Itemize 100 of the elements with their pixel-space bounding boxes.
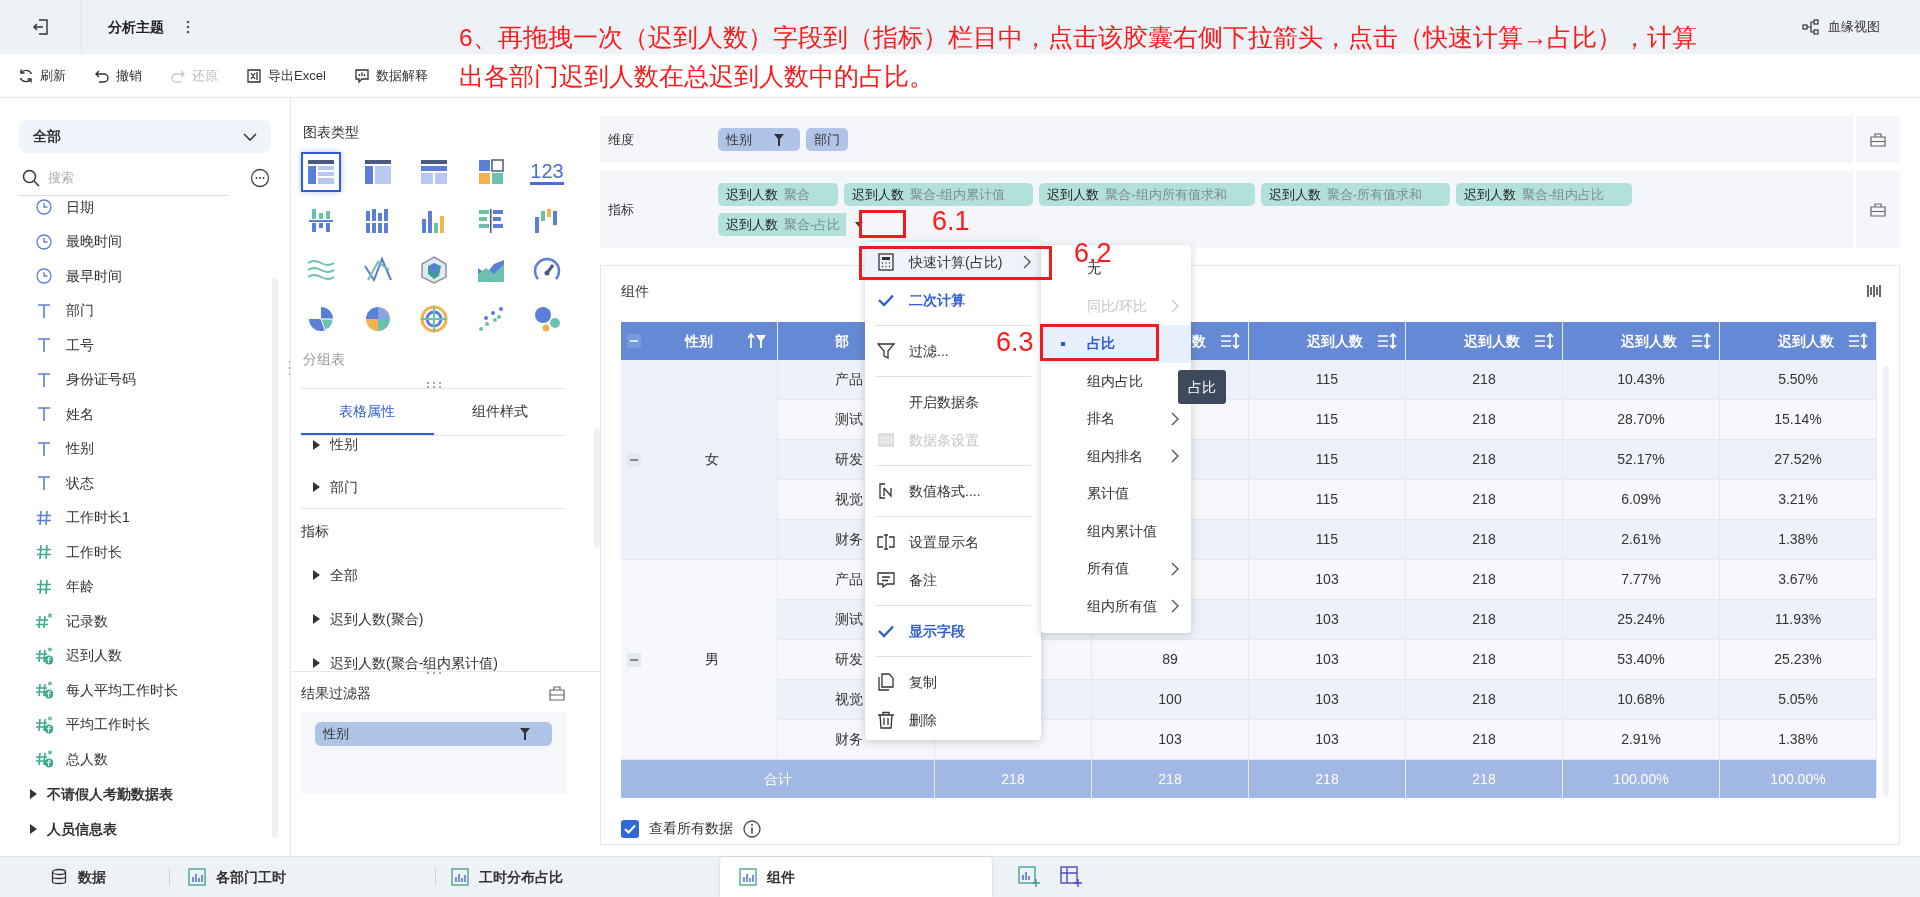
table-item[interactable]: 人员信息表: [47, 818, 117, 840]
check-icon: [878, 293, 894, 307]
search-field[interactable]: 搜索: [48, 162, 218, 193]
menu-item[interactable]: 组内占比: [1087, 370, 1179, 392]
property-tab[interactable]: 表格属性: [301, 389, 434, 435]
lineage-link[interactable]: 血缘视图: [1828, 17, 1880, 37]
chart-type-option[interactable]: 123: [527, 152, 567, 192]
indicator-chip[interactable]: 迟到人数 聚合-所有值求和: [1260, 183, 1451, 206]
sort-icon[interactable]: [1377, 333, 1397, 349]
section-title: 图表类型: [303, 123, 360, 142]
checkbox-label[interactable]: 查看所有数据: [649, 818, 733, 839]
calculator-icon: [877, 253, 895, 271]
add-chart-icon[interactable]: [1018, 866, 1040, 888]
filter-chip[interactable]: 性别: [315, 722, 552, 746]
menu-item[interactable]: 二次计算: [909, 289, 965, 311]
sheet-tab[interactable]: 各部门工时: [172, 857, 438, 897]
checkbox[interactable]: [621, 819, 639, 838]
expand-arrow-icon[interactable]: [30, 789, 37, 799]
indicator-chip[interactable]: 迟到人数 聚合-组内所有值求和: [1039, 183, 1255, 206]
property-item[interactable]: 性别: [330, 436, 358, 455]
sort-icon[interactable]: [1848, 333, 1868, 349]
property-tab[interactable]: 组件样式: [433, 389, 566, 435]
menu-item[interactable]: 组内累计值: [1087, 520, 1179, 542]
menu-item[interactable]: 累计值: [1087, 483, 1179, 505]
briefcase-icon[interactable]: [1870, 202, 1886, 217]
field-item[interactable]: 平均工作时长: [66, 714, 150, 736]
hash-formula-icon: [35, 750, 53, 769]
field-item[interactable]: 身份证号码: [66, 369, 136, 391]
more-options-icon[interactable]: [250, 168, 270, 188]
add-table-icon[interactable]: [1060, 866, 1082, 888]
barcode-style-icon[interactable]: [1867, 283, 1883, 299]
toolbar-button[interactable]: 刷新: [18, 65, 66, 86]
menu-item[interactable]: 所有值: [1087, 558, 1179, 580]
briefcase-icon[interactable]: [548, 685, 566, 701]
sheet-tab[interactable]: 组件: [720, 857, 992, 897]
toolbar-button[interactable]: 数据解释: [353, 65, 428, 86]
toolbar-button[interactable]: 导出Excel: [246, 65, 326, 86]
sort-icon[interactable]: [1534, 333, 1554, 349]
chevron-right-icon: [1023, 255, 1031, 269]
field-item[interactable]: 工作时长1: [66, 507, 130, 529]
field-item[interactable]: 年龄: [66, 576, 94, 598]
field-item[interactable]: 部门: [66, 300, 94, 322]
hash-icon: [35, 543, 53, 562]
field-item[interactable]: 状态: [66, 472, 94, 494]
collapse-icon[interactable]: [627, 652, 641, 667]
spreadsheet-icon: [246, 67, 262, 84]
sort-icon[interactable]: [1220, 333, 1240, 349]
expand-arrow-icon[interactable]: [313, 439, 320, 450]
expand-arrow-icon[interactable]: [313, 658, 320, 668]
drag-handle-icon[interactable]: [425, 382, 442, 388]
expand-arrow-icon[interactable]: [313, 482, 320, 492]
toolbar-button[interactable]: 撤销: [94, 65, 142, 86]
sheet-tab[interactable]: 工时分布占比: [438, 857, 720, 897]
sort-filter-icon[interactable]: [747, 333, 767, 349]
scope-dropdown[interactable]: 全部: [19, 120, 271, 153]
menu-item[interactable]: 排名: [1087, 408, 1179, 430]
dimension-chip[interactable]: 部门: [806, 128, 848, 151]
field-item[interactable]: 总人数: [66, 748, 108, 770]
back-icon[interactable]: [31, 18, 50, 36]
field-item[interactable]: 日期: [66, 196, 94, 218]
menu-item[interactable]: 组内所有值: [1087, 595, 1179, 617]
field-item[interactable]: 工作时长: [66, 541, 122, 563]
indicator-chip[interactable]: 迟到人数 聚合-占比: [718, 213, 873, 236]
sheet-tab[interactable]: 数据: [0, 857, 172, 897]
expand-arrow-icon[interactable]: [313, 614, 320, 624]
field-item[interactable]: 性别: [66, 438, 94, 460]
field-item[interactable]: 工号: [66, 334, 94, 356]
collapse-icon[interactable]: [627, 452, 641, 467]
briefcase-icon[interactable]: [1870, 132, 1886, 147]
info-icon[interactable]: [743, 819, 761, 838]
drag-handle-icon[interactable]: [425, 668, 442, 674]
property-item[interactable]: 迟到人数(聚合): [330, 608, 424, 630]
field-item[interactable]: 每人平均工作时长: [66, 679, 178, 701]
indicator-chip[interactable]: 迟到人数 聚合-组内占比: [1456, 183, 1633, 206]
property-item[interactable]: 迟到人数(聚合-组内累计值): [330, 652, 498, 671]
table-item[interactable]: 不请假人考勤数据表: [47, 783, 173, 805]
indicator-chip[interactable]: 迟到人数 聚合-组内累计值: [844, 183, 1034, 206]
expand-arrow-icon[interactable]: [313, 570, 320, 580]
indicator-chip[interactable]: 迟到人数 聚合: [718, 183, 838, 206]
scrollbar[interactable]: [594, 428, 600, 548]
field-item[interactable]: 姓名: [66, 403, 94, 425]
field-item[interactable]: 迟到人数: [66, 645, 122, 667]
field-item[interactable]: 最早时间: [66, 265, 122, 287]
chart-sheet-icon: [739, 868, 757, 886]
expand-arrow-icon[interactable]: [30, 824, 37, 834]
drag-handle-icon[interactable]: [288, 360, 292, 376]
property-item[interactable]: 全部: [330, 564, 358, 586]
more-icon[interactable]: [186, 20, 190, 34]
dimension-chip[interactable]: 性别: [718, 128, 800, 151]
property-item[interactable]: 部门: [330, 476, 358, 498]
chevron-right-icon: [1171, 411, 1179, 426]
field-item[interactable]: 最晚时间: [66, 231, 122, 253]
table-cell: 218: [1406, 360, 1563, 400]
chart-type-option[interactable]: [301, 152, 341, 192]
field-item[interactable]: 记录数: [66, 610, 108, 632]
collapse-icon[interactable]: [627, 334, 641, 348]
menu-item[interactable]: 备注: [909, 569, 937, 591]
menu-item[interactable]: 组内排名: [1087, 445, 1179, 467]
sort-icon[interactable]: [1691, 333, 1711, 349]
lineage-icon[interactable]: [1802, 19, 1820, 35]
